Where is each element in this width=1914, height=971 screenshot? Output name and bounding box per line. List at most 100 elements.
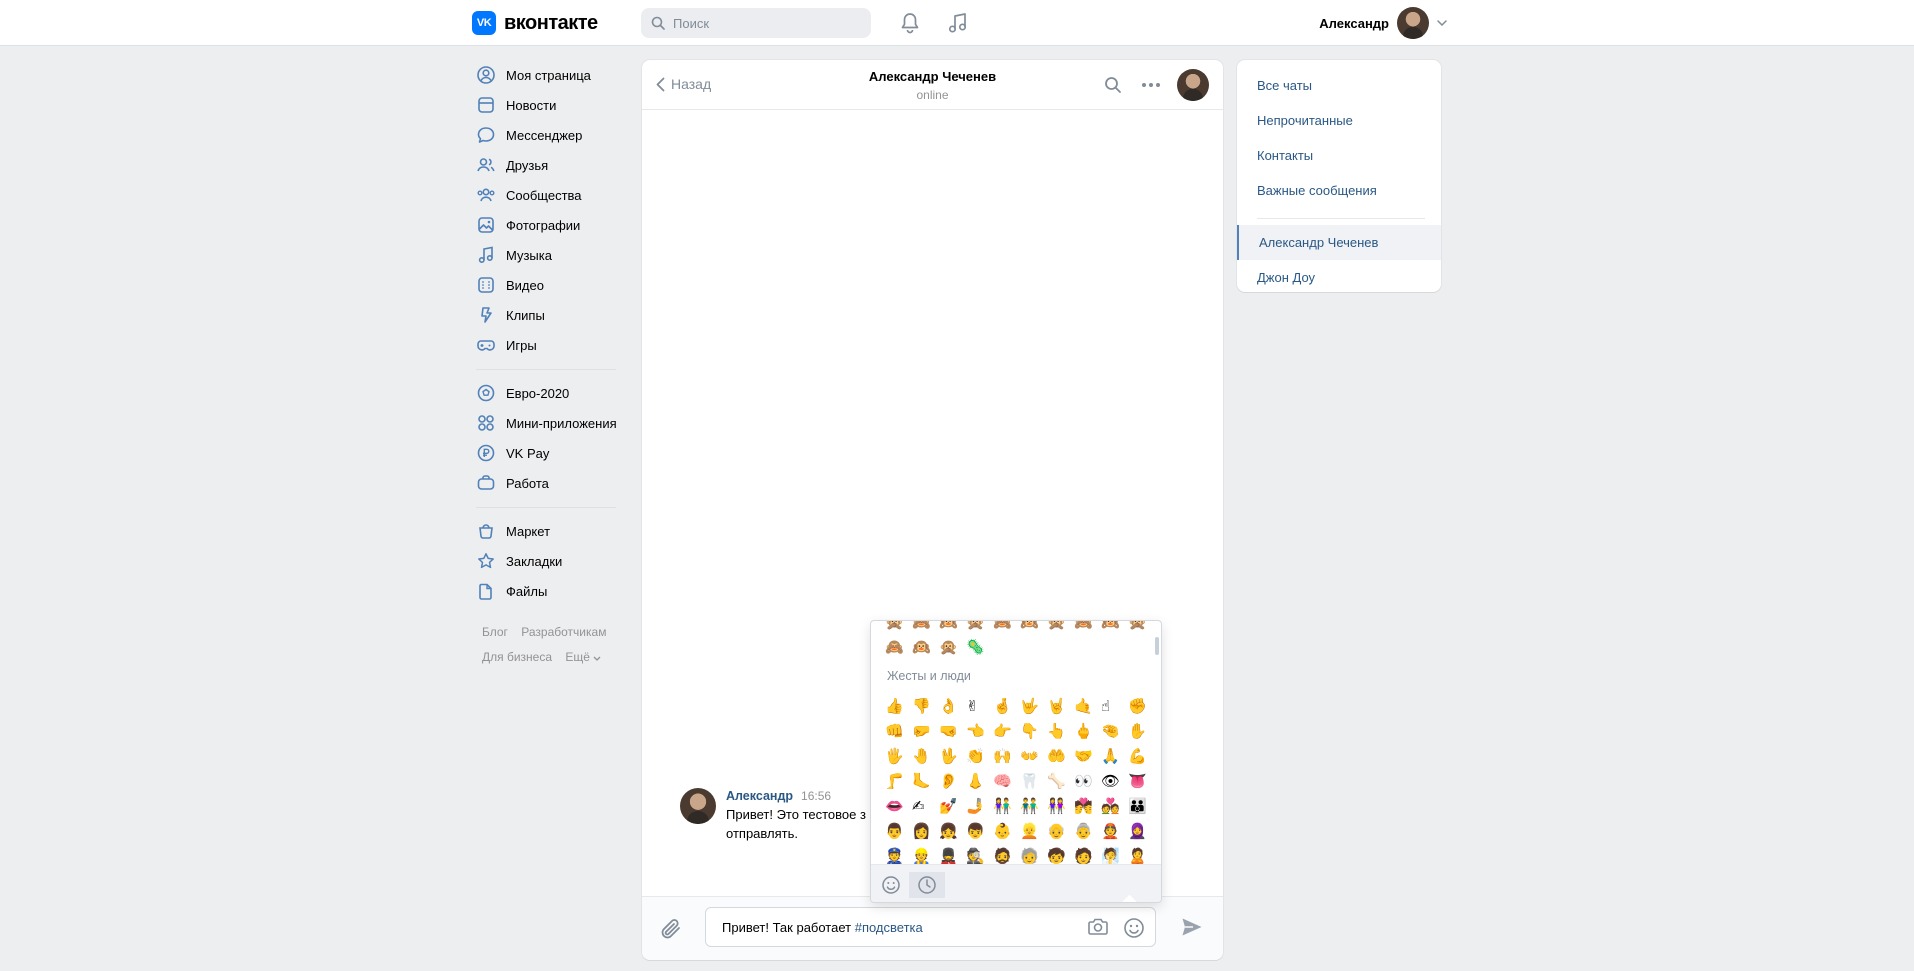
sidebar-item[interactable]: Работа: [472, 468, 620, 498]
emoji-item[interactable]: 🖐: [885, 747, 912, 765]
emoji-item[interactable]: 👎: [912, 697, 939, 715]
emoji-item[interactable]: 👫: [993, 797, 1020, 815]
emoji-item[interactable]: 🙌: [993, 747, 1020, 765]
chat-list-item[interactable]: Александр Чеченев: [1237, 225, 1441, 260]
emoji-item[interactable]: 🕵: [966, 847, 993, 865]
emoji-item[interactable]: 👵: [1074, 822, 1101, 840]
emoji-item[interactable]: 🤞: [993, 697, 1020, 715]
music-player-icon[interactable]: [946, 11, 970, 35]
hashtag-highlight[interactable]: #подсветка: [855, 920, 923, 935]
emoji-item[interactable]: ✋: [1128, 722, 1155, 740]
emoji-item[interactable]: 🤛: [912, 722, 939, 740]
emoji-item[interactable]: 🧔: [993, 847, 1020, 865]
emoji-item[interactable]: 🤘: [1047, 697, 1074, 715]
sidebar-item[interactable]: Мини-приложения: [472, 408, 620, 438]
emoji-item[interactable]: 👂: [939, 772, 966, 790]
chat-filter-item[interactable]: Все чаты: [1237, 68, 1441, 103]
emoji-item[interactable]: 🤏: [1101, 722, 1128, 740]
sidebar-item[interactable]: Евро-2020: [472, 378, 620, 408]
chat-filter-item[interactable]: Контакты: [1237, 138, 1441, 173]
emoji-item[interactable]: 👬: [1020, 797, 1047, 815]
sidebar-item[interactable]: Мессенджер: [472, 120, 620, 150]
emoji-item[interactable]: 🦵: [885, 772, 912, 790]
emoji-item[interactable]: 🙊: [1128, 621, 1155, 631]
footer-more-link[interactable]: Ещё: [565, 650, 601, 664]
emoji-item[interactable]: 💪: [1128, 747, 1155, 765]
chat-filter-item[interactable]: Непрочитанные: [1237, 103, 1441, 138]
notifications-bell-icon[interactable]: [898, 11, 922, 35]
message-author-avatar[interactable]: [680, 788, 716, 824]
emoji-item[interactable]: 👨: [885, 822, 912, 840]
emoji-item[interactable]: 🖕: [1074, 722, 1101, 740]
emoji-item[interactable]: 👉: [993, 722, 1020, 740]
sidebar-item[interactable]: Клипы: [472, 300, 620, 330]
emoji-item[interactable]: 💂: [939, 847, 966, 865]
sidebar-item[interactable]: Маркет: [472, 516, 620, 546]
search-input[interactable]: [673, 15, 853, 31]
more-options-icon[interactable]: [1139, 73, 1163, 97]
emoji-item[interactable]: 🤟: [1020, 697, 1047, 715]
sidebar-item[interactable]: Сообщества: [472, 180, 620, 210]
sidebar-item[interactable]: Закладки: [472, 546, 620, 576]
emoji-item[interactable]: 🤳: [966, 797, 993, 815]
emoji-item[interactable]: 👇: [1020, 722, 1047, 740]
emoji-item[interactable]: 🙎: [1128, 847, 1155, 865]
emoji-scrollbar[interactable]: [1155, 637, 1159, 655]
emoji-list[interactable]: 🙊 🙈 🙉 🙊 🙈 🙉 🙊 🙈 🙉 🙊 🙈 🙉 🙊 🦠 Жесты и люди 👍 👎 👌 ✌ 🤞 🤟 🤘 🤙 ☝ ✊ 👊…: [871, 621, 1161, 865]
emoji-item[interactable]: 🙊: [1047, 621, 1074, 631]
emoji-item[interactable]: 👁: [1101, 772, 1128, 790]
emoji-item[interactable]: 👊: [885, 722, 912, 740]
emoji-item[interactable]: 🤜: [939, 722, 966, 740]
profile-menu[interactable]: Александр: [1319, 7, 1447, 39]
emoji-item[interactable]: 👌: [939, 697, 966, 715]
emoji-item[interactable]: 🙊: [885, 621, 912, 631]
emoji-item[interactable]: 🦶: [912, 772, 939, 790]
emoji-item[interactable]: 👭: [1047, 797, 1074, 815]
message-input[interactable]: Привет! Так работает #подсветка: [705, 907, 1156, 947]
emoji-tab-recent[interactable]: [909, 872, 945, 898]
emoji-item[interactable]: 👪: [1128, 797, 1155, 815]
emoji-item[interactable]: 🧖: [1101, 847, 1128, 865]
sidebar-item[interactable]: Фотографии: [472, 210, 620, 240]
emoji-item[interactable]: ✊: [1128, 697, 1155, 715]
sidebar-item[interactable]: Моя страница: [472, 60, 620, 90]
emoji-item[interactable]: 🦠: [966, 638, 993, 656]
emoji-item[interactable]: 👈: [966, 722, 993, 740]
emoji-item[interactable]: 🤙: [1074, 697, 1101, 715]
emoji-item[interactable]: 🧕: [1128, 822, 1155, 840]
emoji-item[interactable]: 🤝: [1074, 747, 1101, 765]
sidebar-item[interactable]: Музыка: [472, 240, 620, 270]
sidebar-item[interactable]: VK Pay: [472, 438, 620, 468]
emoji-item[interactable]: 🙉: [912, 638, 939, 656]
peer-info[interactable]: Александр Чеченев online: [642, 69, 1223, 102]
sidebar-item[interactable]: Видео: [472, 270, 620, 300]
search-in-chat-icon[interactable]: [1101, 73, 1125, 97]
emoji-item[interactable]: 👧: [939, 822, 966, 840]
emoji-item[interactable]: ✌: [966, 697, 993, 715]
emoji-item[interactable]: ☝: [1101, 697, 1128, 715]
emoji-item[interactable]: 🤲: [1047, 747, 1074, 765]
chat-filter-item[interactable]: Важные сообщения: [1237, 173, 1441, 208]
emoji-item[interactable]: 👐: [1020, 747, 1047, 765]
paperclip-icon[interactable]: [660, 917, 682, 944]
sidebar-item[interactable]: Новости: [472, 90, 620, 120]
footer-blog-link[interactable]: Блог: [482, 625, 508, 639]
search-box[interactable]: [641, 8, 871, 38]
sidebar-item[interactable]: Игры: [472, 330, 620, 360]
emoji-item[interactable]: 👷: [912, 847, 939, 865]
emoji-item[interactable]: 👱: [1020, 822, 1047, 840]
emoji-item[interactable]: 👍: [885, 697, 912, 715]
emoji-item[interactable]: 🧒: [1047, 847, 1074, 865]
emoji-item[interactable]: 🧓: [1020, 847, 1047, 865]
emoji-item[interactable]: 🙊: [939, 638, 966, 656]
vk-logo[interactable]: VK вконтакте: [472, 11, 598, 35]
emoji-item[interactable]: 🙈: [912, 621, 939, 631]
emoji-item[interactable]: 🙉: [939, 621, 966, 631]
emoji-item[interactable]: 👀: [1074, 772, 1101, 790]
footer-business-link[interactable]: Для бизнеса: [482, 650, 552, 664]
emoji-item[interactable]: 👲: [1101, 822, 1128, 840]
emoji-item[interactable]: 🧠: [993, 772, 1020, 790]
emoji-item[interactable]: 👮: [885, 847, 912, 865]
chat-list-item[interactable]: Джон Доу: [1237, 260, 1441, 295]
emoji-item[interactable]: 🙈: [993, 621, 1020, 631]
